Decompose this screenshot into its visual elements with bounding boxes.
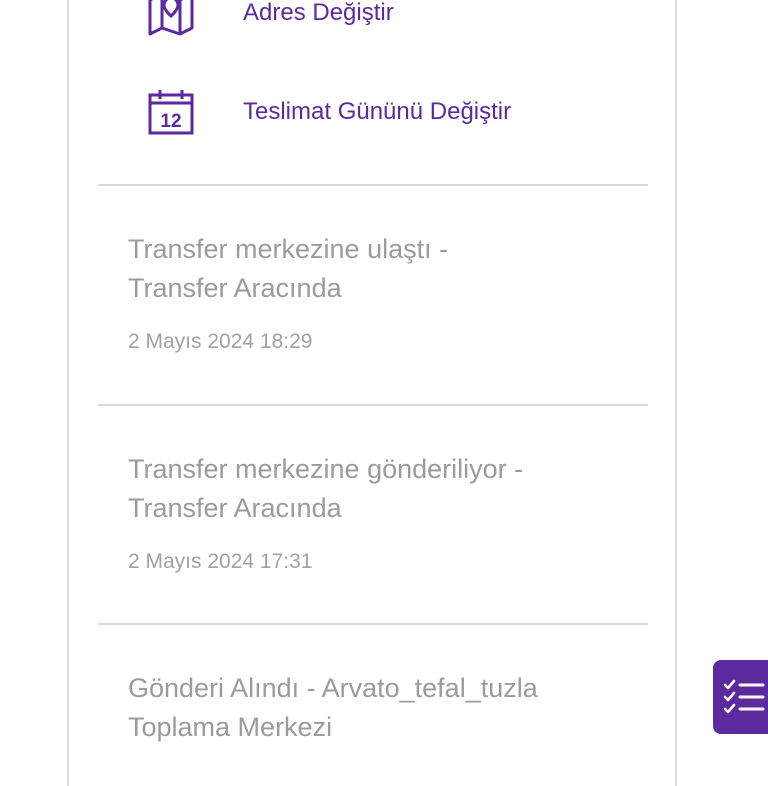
event-title: Gönderi Alındı - Arvato_tefal_tuzla Topl… bbox=[128, 669, 638, 747]
change-delivery-day-label: Teslimat Gününü Değiştir bbox=[243, 98, 512, 125]
change-address-button[interactable]: Adres Değiştir bbox=[146, 0, 394, 38]
tracking-event: Transfer merkezine gönderiliyor - Transf… bbox=[128, 450, 638, 574]
event-time: 2 Mayıs 2024 18:29 bbox=[128, 330, 313, 353]
divider bbox=[98, 623, 648, 625]
event-title-line-1: Transfer merkezine ulaştı - bbox=[128, 234, 449, 264]
event-title: Transfer merkezine ulaştı - Transfer Ara… bbox=[128, 230, 638, 308]
change-delivery-day-button[interactable]: 12 Teslimat Gününü Değiştir bbox=[146, 87, 511, 137]
event-title-line-2: Toplama Merkezi bbox=[128, 712, 333, 742]
tracking-event: Gönderi Alındı - Arvato_tefal_tuzla Topl… bbox=[128, 669, 638, 747]
event-title: Transfer merkezine gönderiliyor - Transf… bbox=[128, 450, 638, 528]
change-address-label: Adres Değiştir bbox=[243, 0, 394, 26]
event-time: 2 Mayıs 2024 17:31 bbox=[128, 550, 313, 573]
map-icon bbox=[148, 0, 194, 36]
calendar-day-number: 12 bbox=[160, 111, 181, 132]
tracking-event: Transfer merkezine ulaştı - Transfer Ara… bbox=[128, 230, 638, 354]
calendar-icon: 12 bbox=[148, 90, 194, 135]
event-title-line-2: Transfer Aracında bbox=[128, 273, 342, 303]
divider bbox=[98, 404, 648, 406]
checklist-fab-button[interactable] bbox=[713, 660, 768, 734]
divider bbox=[98, 184, 648, 186]
checklist-icon bbox=[723, 679, 765, 714]
event-title-line-1: Gönderi Alındı - Arvato_tefal_tuzla bbox=[128, 673, 538, 703]
event-title-line-2: Transfer Aracında bbox=[128, 493, 342, 523]
event-title-line-1: Transfer merkezine gönderiliyor - bbox=[128, 454, 524, 484]
